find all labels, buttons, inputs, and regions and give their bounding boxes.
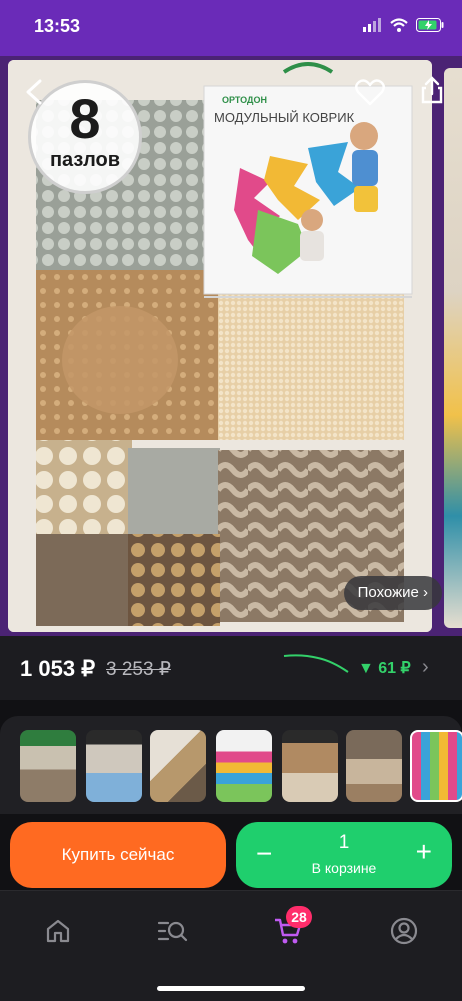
product-photo[interactable]: ОРТОДОН МОДУЛЬНЫЙ КОВРИК 8 пазлов xyxy=(8,60,432,632)
current-price: 1 053 ₽ xyxy=(20,656,96,681)
badge-text: пазлов xyxy=(49,149,121,171)
status-bar: 13:53 xyxy=(0,0,462,56)
share-icon xyxy=(421,76,443,104)
product-gallery[interactable]: ОРТОДОН МОДУЛЬНЫЙ КОВРИК 8 пазлов Похожи… xyxy=(0,56,462,636)
catalog-search-icon xyxy=(157,921,188,942)
thumbnail[interactable] xyxy=(150,730,206,802)
battery-icon xyxy=(416,18,444,32)
home-icon xyxy=(46,919,70,943)
tab-home[interactable] xyxy=(38,911,78,951)
tab-profile[interactable] xyxy=(384,911,424,951)
price-chevron-icon: › xyxy=(422,656,429,678)
cart-count-badge: 28 xyxy=(286,906,312,928)
signal-icon xyxy=(363,18,381,32)
similar-button[interactable]: Похожие › xyxy=(343,576,442,610)
share-button[interactable] xyxy=(412,70,452,110)
thumbnail[interactable] xyxy=(20,730,76,802)
old-price: 3 253 ₽ xyxy=(106,659,171,680)
price-bar[interactable]: 1 053 ₽ 3 253 ₽ ▼ 61 ₽ › xyxy=(0,636,462,700)
tab-catalog[interactable] xyxy=(152,911,192,951)
back-button[interactable] xyxy=(14,72,54,112)
box-brand: ОРТОДОН xyxy=(222,95,267,105)
buy-now-button[interactable]: Купить сейчас xyxy=(10,822,226,888)
price-drop: ▼ 61 ₽ xyxy=(358,660,411,677)
profile-icon xyxy=(390,917,418,945)
thumbnail-strip[interactable] xyxy=(0,716,462,814)
status-time: 13:53 xyxy=(34,16,81,36)
box-title: МОДУЛЬНЫЙ КОВРИК xyxy=(214,110,355,125)
next-photo-peek[interactable] xyxy=(444,68,462,628)
thumbnail[interactable] xyxy=(216,730,272,802)
bottom-tab-bar xyxy=(0,890,462,1001)
wifi-icon xyxy=(390,18,408,32)
cart-stepper[interactable]: − 1 В корзине + xyxy=(236,822,452,888)
home-indicator xyxy=(157,986,305,991)
favorite-button[interactable] xyxy=(350,72,390,112)
thumbnail-selected[interactable] xyxy=(410,730,462,802)
price-trend-icon xyxy=(283,654,349,673)
heart-icon xyxy=(355,79,385,106)
thumbnail[interactable] xyxy=(346,730,402,802)
status-icons xyxy=(362,18,444,32)
thumbnail[interactable] xyxy=(282,730,338,802)
increase-quantity-button[interactable]: + xyxy=(416,838,432,866)
chevron-left-icon xyxy=(26,79,42,105)
thumbnail[interactable] xyxy=(86,730,142,802)
